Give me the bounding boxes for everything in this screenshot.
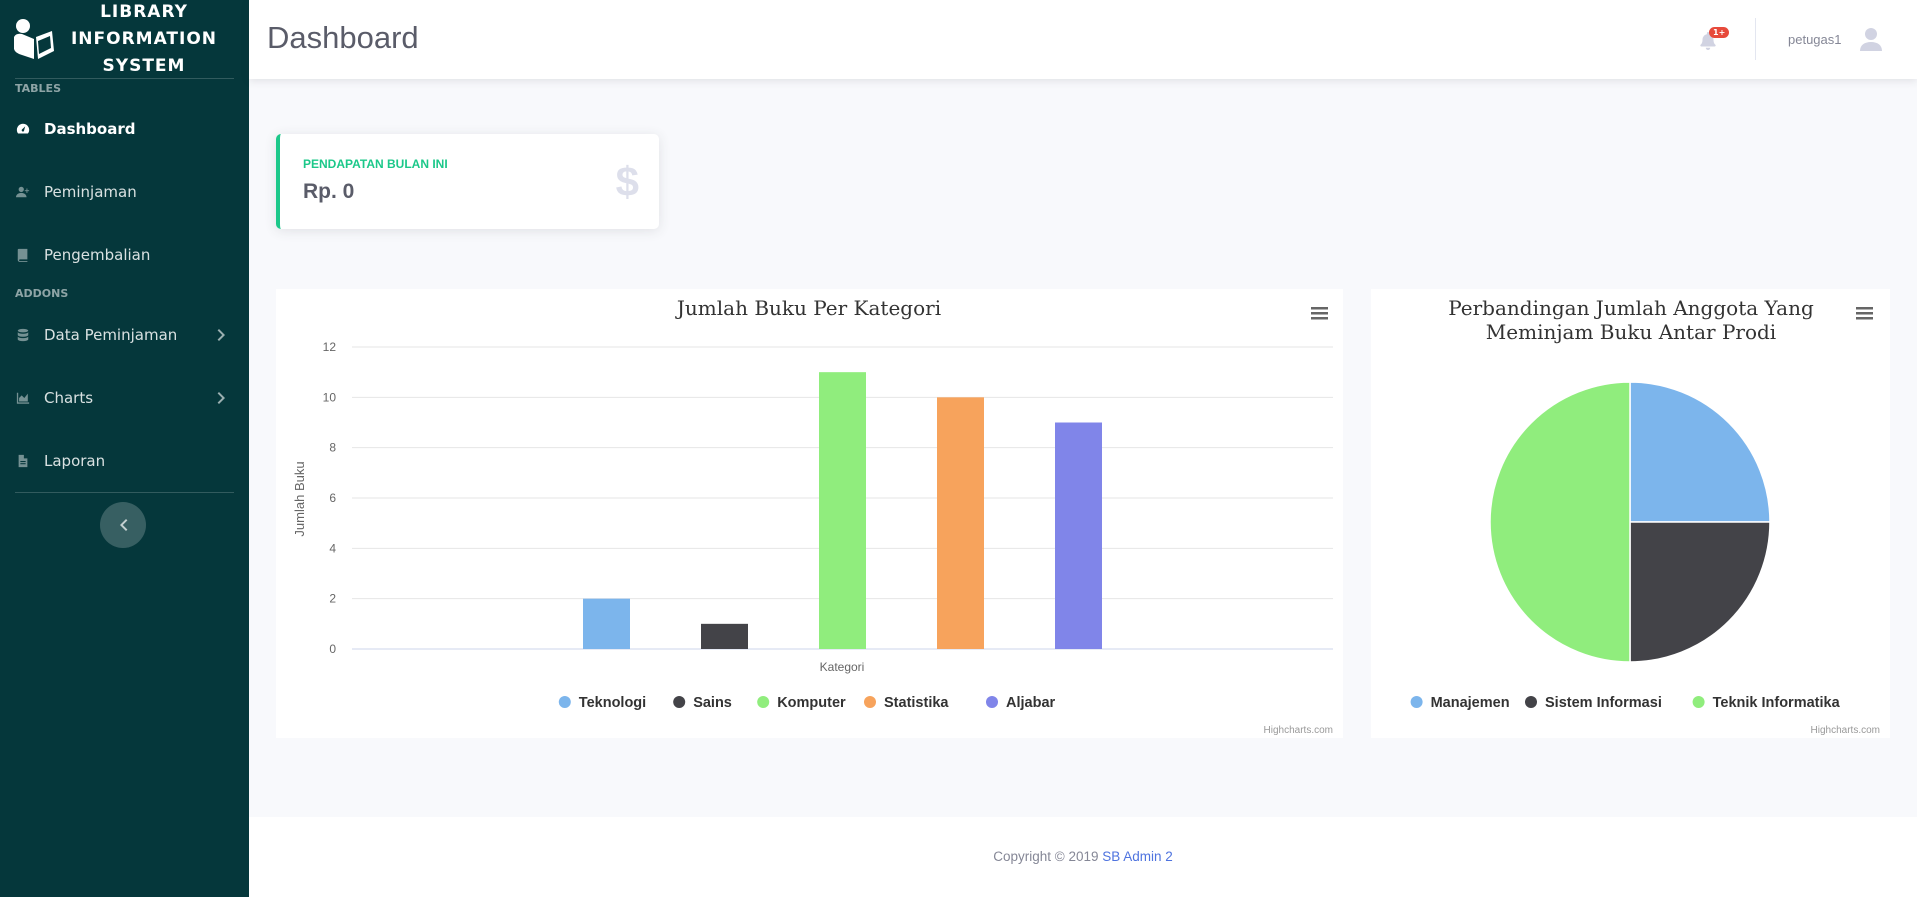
bar-chart-panel: Jumlah Buku Per Kategori 0 2 4 6 8 10 12 Jumla… xyxy=(276,289,1343,738)
legend-marker xyxy=(1525,696,1537,708)
legend-label: Sains xyxy=(693,695,732,711)
topbar-divider xyxy=(1755,18,1756,60)
bar-teknologi[interactable] xyxy=(583,598,630,649)
legend-marker xyxy=(1410,696,1423,708)
topbar: Dashboard 1+ petugas1 xyxy=(249,0,1917,79)
y-tick-label: 8 xyxy=(329,441,336,455)
legend-label: Statistika xyxy=(884,695,949,711)
sidebar-item-peminjaman[interactable]: Peminjaman xyxy=(0,172,249,212)
chart-menu-icon[interactable] xyxy=(1854,304,1874,324)
pie-chart-panel: Perbandingan Jumlah Anggota Yang Meminja… xyxy=(1371,289,1890,738)
legend-label: Manajemen xyxy=(1431,695,1510,711)
sidebar-heading-tables: TABLES xyxy=(15,82,61,95)
legend-item-teknologi[interactable]: Teknologi xyxy=(558,695,646,711)
bar-statistika[interactable] xyxy=(937,397,984,649)
sidebar-item-label: Dashboard xyxy=(44,120,136,138)
pie-chart-title-line-1: Perbandingan Jumlah Anggota Yang xyxy=(1448,296,1814,320)
chevron-right-icon xyxy=(217,329,225,341)
legend-label: Aljabar xyxy=(1006,695,1056,711)
earnings-value: Rp. 0 xyxy=(303,180,355,203)
y-tick-label: 2 xyxy=(329,592,336,606)
legend-item-manajemen[interactable]: Manajemen xyxy=(1410,695,1510,711)
chevron-right-icon xyxy=(217,392,225,404)
pie-slice-manajemen[interactable] xyxy=(1629,381,1771,523)
pie-chart-title-line-2: Meminjam Buku Antar Prodi xyxy=(1486,320,1776,344)
legend-label: Komputer xyxy=(777,695,846,711)
user-icon[interactable] xyxy=(1859,27,1883,51)
y-tick-label: 12 xyxy=(323,340,337,354)
sidebar-item-label: Pengembalian xyxy=(44,246,151,264)
sidebar-item-charts[interactable]: Charts xyxy=(0,378,249,418)
y-tick-label: 4 xyxy=(329,541,336,555)
legend-marker xyxy=(757,696,770,708)
x-axis-label: Kategori xyxy=(820,660,865,674)
y-axis-label: Jumlah Buku xyxy=(292,461,307,536)
bar-aljabar[interactable] xyxy=(1055,422,1102,650)
chart-menu-icon[interactable] xyxy=(1309,304,1329,324)
chart-area-icon xyxy=(16,392,30,404)
legend-marker xyxy=(673,696,686,708)
earnings-label: PENDAPATAN BULAN INI xyxy=(303,157,448,171)
brand-title: LIBRARY INFORMATION SYSTEM xyxy=(64,0,224,80)
sidebar-item-laporan[interactable]: Laporan xyxy=(0,441,249,481)
sidebar-item-label: Laporan xyxy=(44,452,106,470)
tachometer-icon xyxy=(16,123,30,134)
database-icon xyxy=(17,328,29,342)
legend-item-statistika[interactable]: Statistika xyxy=(864,695,949,711)
dollar-icon: $ xyxy=(615,158,639,205)
y-tick-label: 0 xyxy=(329,642,336,656)
sidebar-item-pengembalian[interactable]: Pengembalian xyxy=(0,235,249,275)
reader-icon xyxy=(14,19,54,59)
pie-chart: Perbandingan Jumlah Anggota Yang Meminja… xyxy=(1410,296,1880,736)
bar-komputer[interactable] xyxy=(819,372,866,649)
sidebar: LIBRARY INFORMATION SYSTEM TABLES Dashbo… xyxy=(0,0,249,897)
y-tick-label: 10 xyxy=(323,390,337,404)
earnings-card: PENDAPATAN BULAN INI Rp. 0 $ xyxy=(276,134,659,229)
legend-item-aljabar[interactable]: Aljabar xyxy=(986,695,1056,711)
sidebar-item-label: Data Peminjaman xyxy=(44,326,178,344)
highcharts-credit[interactable]: Highcharts.com xyxy=(1264,725,1333,736)
legend-item-komputer[interactable]: Komputer xyxy=(757,695,846,711)
copyright-text: Copyright © 2019 xyxy=(993,849,1103,864)
y-tick-label: 6 xyxy=(329,491,336,505)
bar-chart-title: Jumlah Buku Per Kategori xyxy=(675,296,941,320)
username[interactable]: petugas1 xyxy=(1788,32,1842,47)
legend-label: Teknik Informatika xyxy=(1713,695,1841,711)
brand-line-1: LIBRARY xyxy=(100,1,188,22)
legend-label: Sistem Informasi xyxy=(1545,695,1662,711)
notification-badge: 1+ xyxy=(1709,27,1730,38)
sidebar-divider xyxy=(15,492,234,493)
sidebar-item-data-peminjaman[interactable]: Data Peminjaman xyxy=(0,315,249,355)
footer: Copyright © 2019 SB Admin 2 xyxy=(249,817,1917,897)
user-plus-icon xyxy=(16,186,30,198)
bar-sains[interactable] xyxy=(701,623,748,649)
pie-slice-sistem-informasi[interactable] xyxy=(1629,521,1771,663)
file-icon xyxy=(18,454,28,468)
legend-item-sains[interactable]: Sains xyxy=(673,695,732,711)
chevron-left-icon xyxy=(120,519,128,531)
bar-chart: Jumlah Buku Per Kategori 0 2 4 6 8 10 12 Jumla… xyxy=(292,296,1333,736)
legend-label: Teknologi xyxy=(579,695,646,711)
sidebar-item-label: Charts xyxy=(44,389,94,407)
legend-marker xyxy=(1692,696,1705,708)
legend-item-teknik-informatika[interactable]: Teknik Informatika xyxy=(1692,695,1841,711)
sidebar-heading-addons: ADDONS xyxy=(15,287,69,300)
highcharts-credit[interactable]: Highcharts.com xyxy=(1811,725,1880,736)
sb-admin-link[interactable]: SB Admin 2 xyxy=(1102,849,1173,864)
legend-marker xyxy=(558,696,571,708)
brand-line-2: INFORMATION xyxy=(70,28,218,49)
page-title: Dashboard xyxy=(267,20,419,55)
sidebar-brand[interactable]: LIBRARY INFORMATION SYSTEM xyxy=(0,0,249,78)
legend-marker xyxy=(986,696,998,708)
legend-item-sistem-informasi[interactable]: Sistem Informasi xyxy=(1525,695,1662,711)
book-icon xyxy=(17,248,28,262)
pie-slice-teknik-informatika[interactable] xyxy=(1489,381,1631,663)
legend-marker xyxy=(864,696,876,708)
sidebar-item-dashboard[interactable]: Dashboard xyxy=(0,109,249,149)
sidebar-item-label: Peminjaman xyxy=(44,183,137,201)
sidebar-toggle-button[interactable] xyxy=(100,502,146,548)
brand-line-3: SYSTEM xyxy=(102,55,186,76)
